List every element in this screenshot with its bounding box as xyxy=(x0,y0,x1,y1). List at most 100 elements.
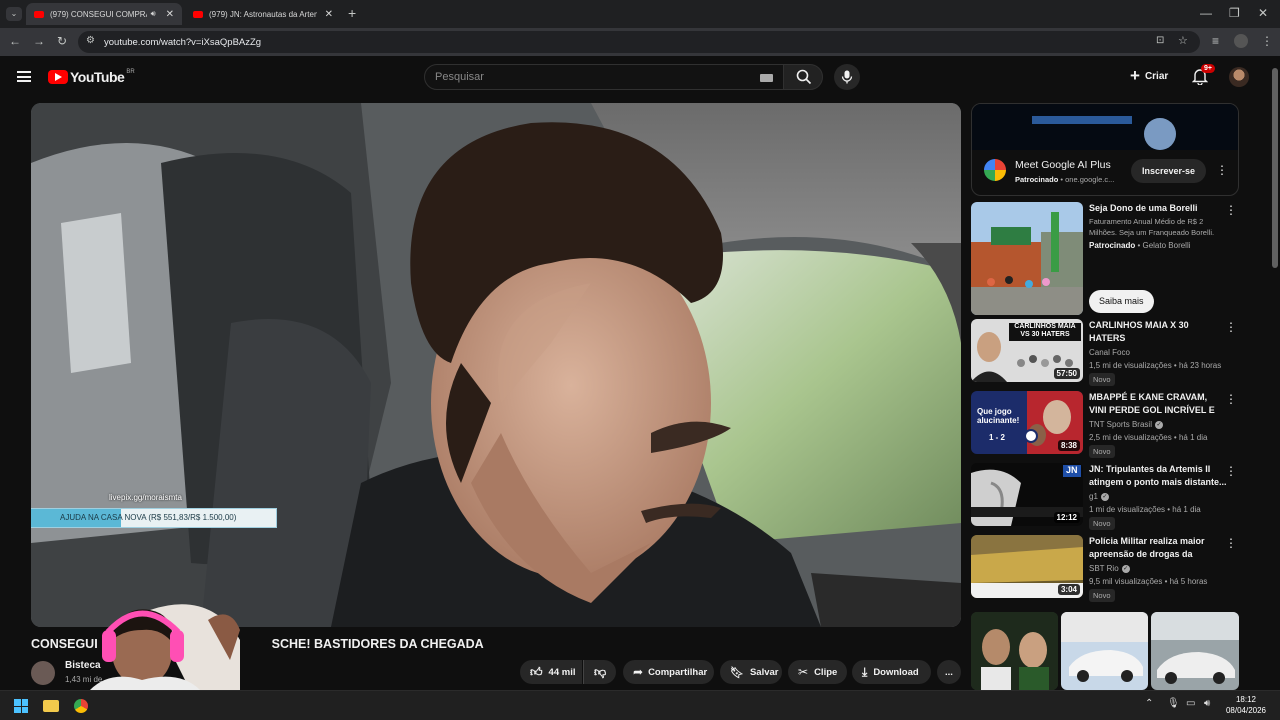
shorts-thumbnail[interactable] xyxy=(1151,612,1239,690)
share-icon: ➦ xyxy=(633,665,644,679)
video-title-text[interactable]: MBAPPÉ E KANE CRAVAM, VINI PERDE GOL INC… xyxy=(1089,391,1227,417)
browser-menu-icon[interactable]: ⋮ xyxy=(1261,35,1273,47)
video-thumbnail[interactable]: JN 12:12 xyxy=(971,463,1083,526)
hamburger-menu-icon[interactable] xyxy=(17,71,31,82)
voice-search-button[interactable] xyxy=(834,64,860,90)
scissors-icon: ✂ xyxy=(798,665,809,679)
new-badge: Novo xyxy=(1089,517,1115,530)
share-button[interactable]: ➦ Compartilhar xyxy=(623,660,714,684)
more-actions-button[interactable]: ... xyxy=(937,660,961,684)
bookmark-star-icon[interactable]: ☆ xyxy=(1178,36,1188,47)
search-input[interactable]: Pesquisar xyxy=(424,64,784,90)
youtube-favicon-icon xyxy=(34,10,44,18)
sponsored-label: Patrocinado xyxy=(1089,241,1136,250)
youtube-header: YouTube BR Pesquisar + Criar 9+ xyxy=(0,56,1280,98)
ad-domain: one.google.c... xyxy=(1065,175,1115,184)
related-video[interactable]: 3:04 Polícia Militar realiza maior apree… xyxy=(971,535,1239,602)
video-menu-icon[interactable]: ⋮ xyxy=(1225,465,1237,477)
clip-button[interactable]: ✂ Clipe xyxy=(788,660,847,684)
channel-name[interactable]: SBT Rio ✓ xyxy=(1089,562,1229,575)
close-window-icon[interactable]: ✕ xyxy=(1258,7,1268,19)
tab-search-icon[interactable]: ⌄ xyxy=(6,7,22,21)
mic-tray-icon[interactable]: 🎙︎ xyxy=(1167,698,1180,709)
video-thumbnail[interactable]: CARLINHOS MAIA VS 30 HATERS 57:50 xyxy=(971,319,1083,382)
ad-card[interactable]: Meet Google AI Plus Patrocinado • one.go… xyxy=(971,103,1239,196)
more-icon: ... xyxy=(945,666,953,678)
video-title-text[interactable]: JN: Tripulantes da Artemis II atingem o … xyxy=(1089,463,1227,489)
account-avatar[interactable] xyxy=(1229,67,1249,87)
like-button[interactable]: 👍︎ 44 mil xyxy=(520,660,582,684)
sponsored-menu-icon[interactable]: ⋮ xyxy=(1225,204,1237,216)
clock[interactable]: 18:12 08/04/2026 xyxy=(1222,694,1270,716)
new-badge: Novo xyxy=(1089,589,1115,602)
save-label: Salvar xyxy=(749,666,779,678)
video-menu-icon[interactable]: ⋮ xyxy=(1225,321,1237,333)
install-icon[interactable]: ⊡ xyxy=(1156,36,1164,46)
channel-avatar[interactable] xyxy=(31,661,55,685)
related-video[interactable]: JN 12:12 JN: Tripulantes da Artemis II a… xyxy=(971,463,1239,530)
reload-icon[interactable]: ↻ xyxy=(57,35,67,47)
file-explorer-icon[interactable] xyxy=(43,700,59,712)
chrome-taskbar-icon[interactable] xyxy=(74,699,88,713)
video-title-start: CONSEGUI xyxy=(31,637,98,651)
borelli-thumbnail xyxy=(971,202,1083,315)
page-scrollbar[interactable] xyxy=(1270,56,1280,690)
channel-name[interactable]: Canal Foco xyxy=(1089,346,1229,359)
save-button[interactable]: 🔖︎ Salvar xyxy=(720,660,782,684)
video-player[interactable]: livepix.gg/moraismta AJUDA NA CASA NOVA … xyxy=(31,103,961,627)
back-icon[interactable]: ← xyxy=(9,35,21,47)
related-video[interactable]: CARLINHOS MAIA VS 30 HATERS 57:50 CARLIN… xyxy=(971,319,1239,386)
site-info-icon[interactable]: ⚙ xyxy=(86,36,95,46)
scrollbar-thumb[interactable] xyxy=(1272,68,1278,268)
learn-more-button[interactable]: Saiba mais xyxy=(1089,290,1154,313)
dislike-button[interactable]: 👎︎ xyxy=(583,660,616,684)
show-hidden-icons[interactable]: ⌃ xyxy=(1145,698,1153,709)
channel-name[interactable]: TNT Sports Brasil ✓ xyxy=(1089,418,1229,431)
video-title-text[interactable]: Polícia Militar realiza maior apreensão … xyxy=(1089,535,1227,561)
video-menu-icon[interactable]: ⋮ xyxy=(1225,537,1237,549)
duration-badge: 8:38 xyxy=(1057,440,1080,451)
tab-jn[interactable]: (979) JN: Astronautas da Artem ✕ xyxy=(185,3,341,25)
url-bar[interactable]: ⚙ youtube.com/watch?v=iXsaQpBAzZg ⊡ ☆ xyxy=(78,31,1200,53)
browser-tab-bar: ⌄ (979) CONSEGUI COMPRAR 🔊︎ ✕ (979) JN: … xyxy=(0,0,1280,28)
ad-menu-icon[interactable]: ⋮ xyxy=(1216,164,1228,176)
video-title-text[interactable]: CARLINHOS MAIA X 30 HATERS xyxy=(1089,319,1227,345)
video-menu-icon[interactable]: ⋮ xyxy=(1225,393,1237,405)
thumbnail-headline: Que jogo alucinante! xyxy=(977,407,1020,425)
video-thumbnail[interactable]: Que jogo alucinante! 1 - 2 8:38 xyxy=(971,391,1083,454)
tab-close-icon[interactable]: ✕ xyxy=(166,9,174,20)
video-meta: 1 mi de visualizações • há 1 dia xyxy=(1089,505,1201,514)
sponsored-title[interactable]: Seja Dono de uma Borelli xyxy=(1089,202,1227,215)
keyboard-icon[interactable] xyxy=(760,74,773,82)
video-thumbnail[interactable]: 3:04 xyxy=(971,535,1083,598)
like-count: 44 mil xyxy=(548,666,576,678)
shorts-thumbnail[interactable] xyxy=(1061,612,1148,690)
search-button[interactable] xyxy=(783,64,823,90)
windows-start-icon[interactable] xyxy=(14,699,28,713)
ad-title[interactable]: Meet Google AI Plus xyxy=(1015,159,1111,171)
profile-avatar[interactable] xyxy=(1234,34,1248,48)
football-short-image xyxy=(971,612,1058,690)
reading-list-icon[interactable]: ≡ xyxy=(1212,35,1219,47)
related-video[interactable]: Que jogo alucinante! 1 - 2 8:38 MBAPPÉ E… xyxy=(971,391,1239,458)
verified-icon: ✓ xyxy=(1100,492,1109,501)
minimize-icon[interactable]: — xyxy=(1200,7,1212,19)
tab-close-icon[interactable]: ✕ xyxy=(325,9,333,20)
forward-icon[interactable]: → xyxy=(33,35,45,47)
network-icon[interactable]: ▭ xyxy=(1186,698,1195,709)
maximize-icon[interactable]: ❐ xyxy=(1229,7,1240,19)
channel-name[interactable]: g1 ✓ xyxy=(1089,490,1229,503)
download-button[interactable]: ⤓ Download xyxy=(852,660,931,684)
ad-subscribe-button[interactable]: Inscrever-se xyxy=(1131,159,1207,183)
speaker-icon[interactable]: 🔊︎ xyxy=(151,9,156,19)
sponsored-card[interactable]: Seja Dono de uma Borelli Faturamento Anu… xyxy=(971,202,1239,315)
new-tab-button[interactable]: + xyxy=(348,6,356,20)
create-button[interactable]: + Criar xyxy=(1130,67,1168,85)
volume-icon[interactable]: 🔊︎ xyxy=(1204,698,1210,709)
notifications-button[interactable]: 9+ xyxy=(1191,64,1215,86)
tab-title: (979) CONSEGUI COMPRAR xyxy=(50,9,147,19)
shorts-thumbnail[interactable] xyxy=(971,612,1058,690)
youtube-logo[interactable]: YouTube BR xyxy=(48,69,135,85)
video-meta: 2,5 mi de visualizações • há 1 dia xyxy=(1089,433,1208,442)
tab-consegui[interactable]: (979) CONSEGUI COMPRAR 🔊︎ ✕ xyxy=(26,3,182,25)
